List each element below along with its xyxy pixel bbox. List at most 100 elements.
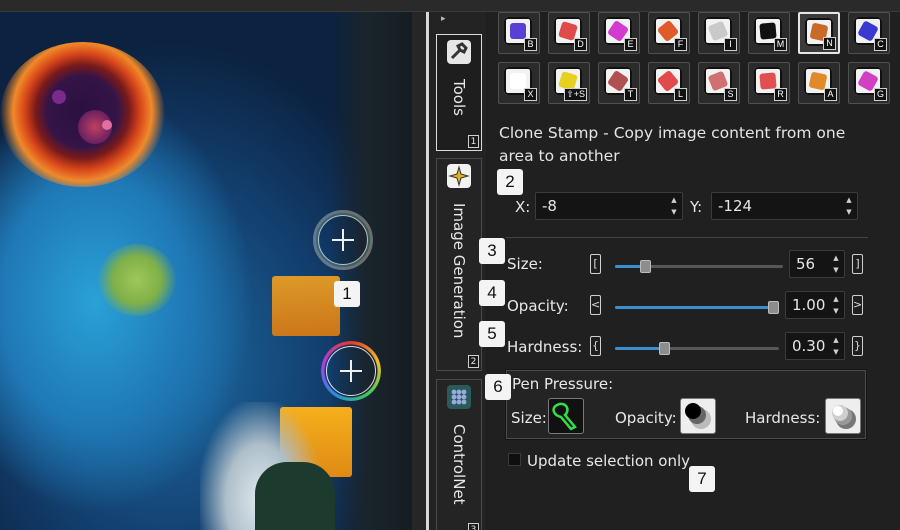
pen-pressure-title: Pen Pressure: xyxy=(512,375,614,393)
generate-select-tool[interactable]: G xyxy=(848,62,890,104)
shape-tool[interactable]: ⇧+S xyxy=(548,62,590,104)
layers-tool[interactable]: E xyxy=(598,12,640,54)
opacity-value: 1.00 xyxy=(792,296,826,314)
offset-x-field[interactable]: -8 ▲ ▼ xyxy=(535,192,683,220)
hardness-slider[interactable] xyxy=(615,342,779,355)
hardness-value: 0.30 xyxy=(792,337,826,355)
canvas-orange-block xyxy=(272,276,340,336)
tab-image-generation-number: 2 xyxy=(468,355,479,368)
tab-tools[interactable]: Tools 1 xyxy=(436,34,482,151)
size-stepper[interactable]: ▲ ▼ xyxy=(830,253,842,275)
offset-y-value: -124 xyxy=(718,197,753,215)
opacity-increase-button[interactable]: > xyxy=(852,295,863,315)
pen-pressure-size-toggle[interactable] xyxy=(548,398,584,434)
hardness-increase-button[interactable]: } xyxy=(852,336,863,356)
section-divider xyxy=(506,237,868,238)
side-tab-bar: Tools 1 Image Generation 2 ControlNet 3 xyxy=(430,12,486,530)
collapse-arrow-icon[interactable]: ▸ xyxy=(441,14,446,24)
hardness-stepper[interactable]: ▲ ▼ xyxy=(830,335,842,357)
shortcut-key: D xyxy=(574,38,587,51)
size-field[interactable]: 56 ▲ ▼ xyxy=(789,250,845,278)
pen-pressure-size-label: Size: xyxy=(511,409,547,427)
shortcut-key: G xyxy=(874,88,887,101)
filter-tool[interactable]: I xyxy=(698,12,740,54)
size-decrease-button[interactable]: [ xyxy=(590,254,601,274)
callout-6: 6 xyxy=(485,374,511,400)
hardness-slider-handle[interactable] xyxy=(659,342,671,355)
tool-description: Clone Stamp - Copy image content from on… xyxy=(499,124,846,165)
opacity-label: Opacity: xyxy=(507,297,569,315)
opacity-slider-handle[interactable] xyxy=(768,301,779,314)
eraser-tool[interactable]: D xyxy=(548,12,590,54)
fill-tool[interactable]: F xyxy=(648,12,690,54)
update-selection-label[interactable]: Update selection only xyxy=(527,452,690,470)
pen-pressure-hardness-label: Hardness: xyxy=(745,409,821,427)
transform-tool[interactable]: T xyxy=(598,62,640,104)
update-selection-checkbox[interactable] xyxy=(508,453,521,466)
opacity-field[interactable]: 1.00 ▲ ▼ xyxy=(785,291,845,319)
smudge-tool[interactable]: S xyxy=(698,62,740,104)
offset-x-value: -8 xyxy=(542,197,557,215)
canvas-planet xyxy=(0,42,165,187)
opacity-decrease-button[interactable]: < xyxy=(590,295,601,315)
hardness-decrease-button[interactable]: { xyxy=(590,336,601,356)
auto-select-tool[interactable]: A xyxy=(798,62,840,104)
gradient-tool[interactable]: M xyxy=(748,12,790,54)
offset-y-stepper[interactable]: ▲ ▼ xyxy=(843,195,855,217)
shortcut-key: A xyxy=(824,88,837,101)
size-label: Size: xyxy=(507,255,543,273)
callout-1: 1 xyxy=(334,281,360,307)
opacity-dots-icon xyxy=(685,403,711,429)
size-value: 56 xyxy=(796,255,816,273)
offset-y-label: Y: xyxy=(690,198,703,216)
shortcut-key: F xyxy=(674,38,687,51)
opacity-stepper[interactable]: ▲ ▼ xyxy=(830,294,842,316)
size-slider-handle[interactable] xyxy=(640,260,652,273)
size-increase-button[interactable]: ] xyxy=(852,254,863,274)
shortcut-key: T xyxy=(624,88,637,101)
shortcut-key: S xyxy=(724,88,737,101)
shortcut-key: E xyxy=(624,38,637,51)
tab-controlnet-label: ControlNet xyxy=(450,424,468,505)
clone-source-cursor[interactable] xyxy=(313,210,373,270)
brush-tool[interactable]: B xyxy=(498,12,540,54)
shortcut-key: N xyxy=(823,37,836,50)
callout-5: 5 xyxy=(479,321,505,347)
tab-image-generation[interactable]: Image Generation 2 xyxy=(436,158,482,371)
pen-pressure-opacity-label: Opacity: xyxy=(615,409,677,427)
size-slider[interactable] xyxy=(615,260,783,273)
opacity-slider[interactable] xyxy=(615,301,779,314)
pen-pressure-group: Pen Pressure: Size: Opacity: Hardness: xyxy=(506,370,866,439)
hardness-field[interactable]: 0.30 ▲ ▼ xyxy=(785,332,845,360)
tab-controlnet[interactable]: ControlNet 3 xyxy=(436,379,482,530)
eyedropper-tool[interactable]: C xyxy=(848,12,890,54)
rectangle-select-tool[interactable]: R xyxy=(748,62,790,104)
shortcut-key: B xyxy=(524,38,537,51)
shortcut-key: R xyxy=(774,88,787,101)
offset-x-stepper[interactable]: ▲ ▼ xyxy=(668,195,680,217)
sparkles-icon xyxy=(446,163,472,189)
lasso-tool[interactable]: L xyxy=(648,62,690,104)
shortcut-key: C xyxy=(874,38,887,51)
shortcut-key: I xyxy=(724,38,737,51)
image-canvas[interactable]: 1 xyxy=(0,12,412,530)
tab-tools-number: 1 xyxy=(468,135,479,148)
tab-tools-label: Tools xyxy=(450,79,468,116)
canvas-green-blob xyxy=(98,244,176,316)
wrench-icon xyxy=(446,39,472,65)
offset-y-field[interactable]: -124 ▲ ▼ xyxy=(711,192,858,220)
panel-splitter[interactable] xyxy=(412,12,426,530)
app-window: 1 Tools 1 Image Generation 2 ControlNet … xyxy=(0,0,900,530)
tab-controlnet-number: 3 xyxy=(468,523,479,530)
network-icon xyxy=(446,384,472,410)
callout-7: 7 xyxy=(689,466,715,492)
pen-pressure-opacity-toggle[interactable] xyxy=(680,398,716,434)
splitter-line xyxy=(426,12,429,530)
pen-pressure-hardness-toggle[interactable] xyxy=(825,398,861,434)
shortcut-key: M xyxy=(774,38,787,51)
shortcut-key: X xyxy=(524,88,537,101)
clone-stamp-tool[interactable]: N xyxy=(798,12,840,54)
callout-2: 2 xyxy=(497,169,523,195)
text-tool[interactable]: X xyxy=(498,62,540,104)
hardness-label: Hardness: xyxy=(507,338,583,356)
